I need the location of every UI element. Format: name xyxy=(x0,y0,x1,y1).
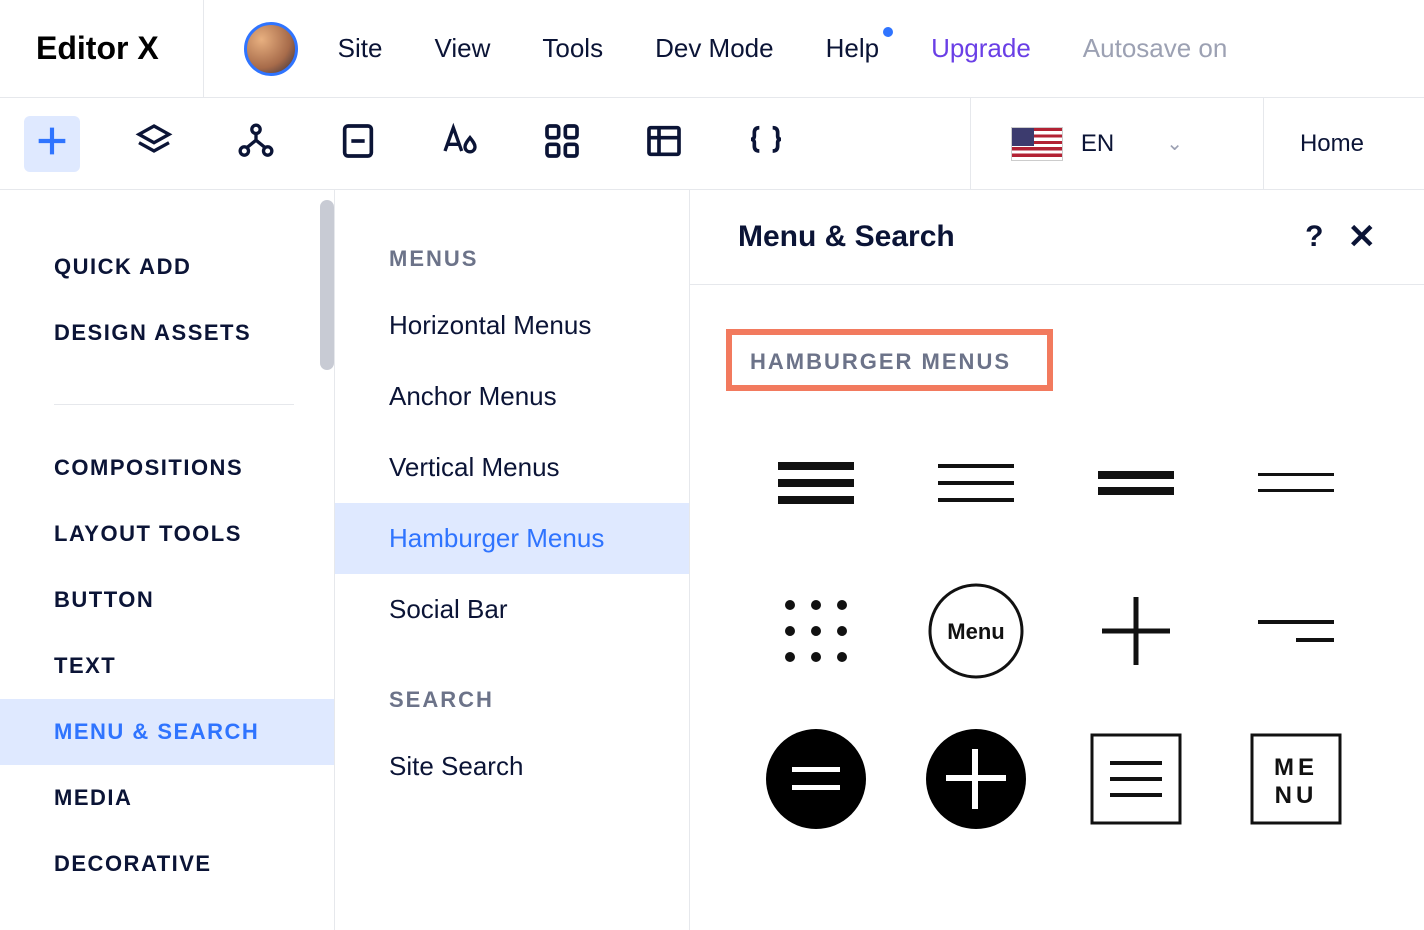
menu-help[interactable]: Help xyxy=(826,33,879,64)
tool-bar: EN ⌄ Home xyxy=(0,98,1424,190)
plus-icon xyxy=(32,121,72,166)
subpanel-heading-search: SEARCH xyxy=(335,675,689,731)
svg-text:ME: ME xyxy=(1274,754,1318,781)
table-icon xyxy=(644,121,684,166)
master-button[interactable] xyxy=(228,116,284,172)
page-name: Home xyxy=(1300,130,1364,158)
avatar[interactable] xyxy=(244,22,298,76)
grid-4-icon xyxy=(542,121,582,166)
logo[interactable]: Editor X xyxy=(36,0,204,97)
content-panel: Menu & Search ? ✕ HAMBURGER MENUS xyxy=(690,190,1424,930)
close-icon[interactable]: ✕ xyxy=(1348,220,1377,254)
menu-dev-mode[interactable]: Dev Mode xyxy=(655,33,774,64)
autosave-status: Autosave on xyxy=(1083,33,1228,64)
subpanel-item-anchor-menus[interactable]: Anchor Menus xyxy=(335,361,689,432)
page-icon xyxy=(338,121,378,166)
menu-upgrade[interactable]: Upgrade xyxy=(931,33,1031,64)
subpanel-item-social-bar[interactable]: Social Bar xyxy=(335,574,689,645)
subpanel-item-hamburger-menus[interactable]: Hamburger Menus xyxy=(335,503,689,574)
main-area: QUICK ADD DESIGN ASSETS COMPOSITIONS LAY… xyxy=(0,190,1424,930)
menu-site[interactable]: Site xyxy=(338,33,383,64)
content-body: HAMBURGER MENUS xyxy=(690,285,1424,883)
apps-button[interactable] xyxy=(534,116,590,172)
hamburger-menu-circle-icon[interactable]: Menu xyxy=(906,571,1046,691)
hamburger-box-menu-text-icon[interactable]: MENU xyxy=(1226,719,1366,839)
hamburger-2-bar-thin-icon[interactable] xyxy=(1226,423,1366,543)
hamburger-bold-3-icon[interactable] xyxy=(746,423,886,543)
sidebar-item-design-assets[interactable]: DESIGN ASSETS xyxy=(54,300,334,366)
braces-icon xyxy=(746,121,786,166)
top-menu: Site View Tools Dev Mode Help Upgrade Au… xyxy=(338,33,1228,64)
sidebar-item-button[interactable]: BUTTON xyxy=(54,567,334,633)
language-selector[interactable]: EN ⌄ xyxy=(970,98,1217,189)
subpanel: MENUS Horizontal Menus Anchor Menus Vert… xyxy=(334,190,690,930)
sidebar-item-text[interactable]: TEXT xyxy=(54,633,334,699)
layers-icon xyxy=(134,121,174,166)
hamburger-grid: Menu MENU xyxy=(726,423,1388,839)
sidebar: QUICK ADD DESIGN ASSETS COMPOSITIONS LAY… xyxy=(0,190,334,930)
menu-view[interactable]: View xyxy=(434,33,490,64)
hamburger-right-align-icon[interactable] xyxy=(1226,571,1366,691)
page-selector[interactable]: Home xyxy=(1263,98,1400,189)
subpanel-item-horizontal-menus[interactable]: Horizontal Menus xyxy=(335,290,689,361)
add-button[interactable] xyxy=(24,116,80,172)
subpanel-item-vertical-menus[interactable]: Vertical Menus xyxy=(335,432,689,503)
sidebar-item-decorative[interactable]: DECORATIVE xyxy=(54,831,334,897)
hamburger-plus-icon[interactable] xyxy=(1066,571,1206,691)
hamburger-circle-equals-icon[interactable] xyxy=(746,719,886,839)
hamburger-thin-3-icon[interactable] xyxy=(906,423,1046,543)
subpanel-heading-menus: MENUS xyxy=(335,234,689,290)
svg-text:Menu: Menu xyxy=(947,619,1004,644)
text-drop-icon xyxy=(440,121,480,166)
hamburger-dots-icon[interactable] xyxy=(746,571,886,691)
sidebar-item-compositions[interactable]: COMPOSITIONS xyxy=(54,435,334,501)
chevron-down-icon: ⌄ xyxy=(1166,131,1183,156)
sidebar-item-layout-tools[interactable]: LAYOUT TOOLS xyxy=(54,501,334,567)
sidebar-item-menu-search[interactable]: MENU & SEARCH xyxy=(0,699,334,765)
content-title: Menu & Search xyxy=(738,220,955,254)
section-highlight: HAMBURGER MENUS xyxy=(726,329,1053,391)
connections-icon xyxy=(236,121,276,166)
help-icon[interactable]: ? xyxy=(1305,220,1323,254)
sidebar-item-quick-add[interactable]: QUICK ADD xyxy=(54,234,334,300)
section-label: HAMBURGER MENUS xyxy=(750,349,1011,375)
top-bar: Editor X Site View Tools Dev Mode Help U… xyxy=(0,0,1424,98)
subpanel-item-site-search[interactable]: Site Search xyxy=(335,731,689,802)
hamburger-circle-plus-icon[interactable] xyxy=(906,719,1046,839)
svg-text:NU: NU xyxy=(1275,782,1318,809)
layers-button[interactable] xyxy=(126,116,182,172)
content-header: Menu & Search ? ✕ xyxy=(690,190,1424,285)
menu-tools[interactable]: Tools xyxy=(542,33,603,64)
hamburger-2-bar-bold-icon[interactable] xyxy=(1066,423,1206,543)
code-button[interactable] xyxy=(738,116,794,172)
cms-button[interactable] xyxy=(636,116,692,172)
hamburger-box-3-icon[interactable] xyxy=(1066,719,1206,839)
sidebar-item-media[interactable]: MEDIA xyxy=(54,765,334,831)
page-button[interactable] xyxy=(330,116,386,172)
flag-us-icon xyxy=(1011,127,1063,161)
language-code: EN xyxy=(1081,130,1114,158)
theme-button[interactable] xyxy=(432,116,488,172)
sidebar-divider xyxy=(54,404,294,405)
scrollbar-thumb[interactable] xyxy=(320,200,334,370)
